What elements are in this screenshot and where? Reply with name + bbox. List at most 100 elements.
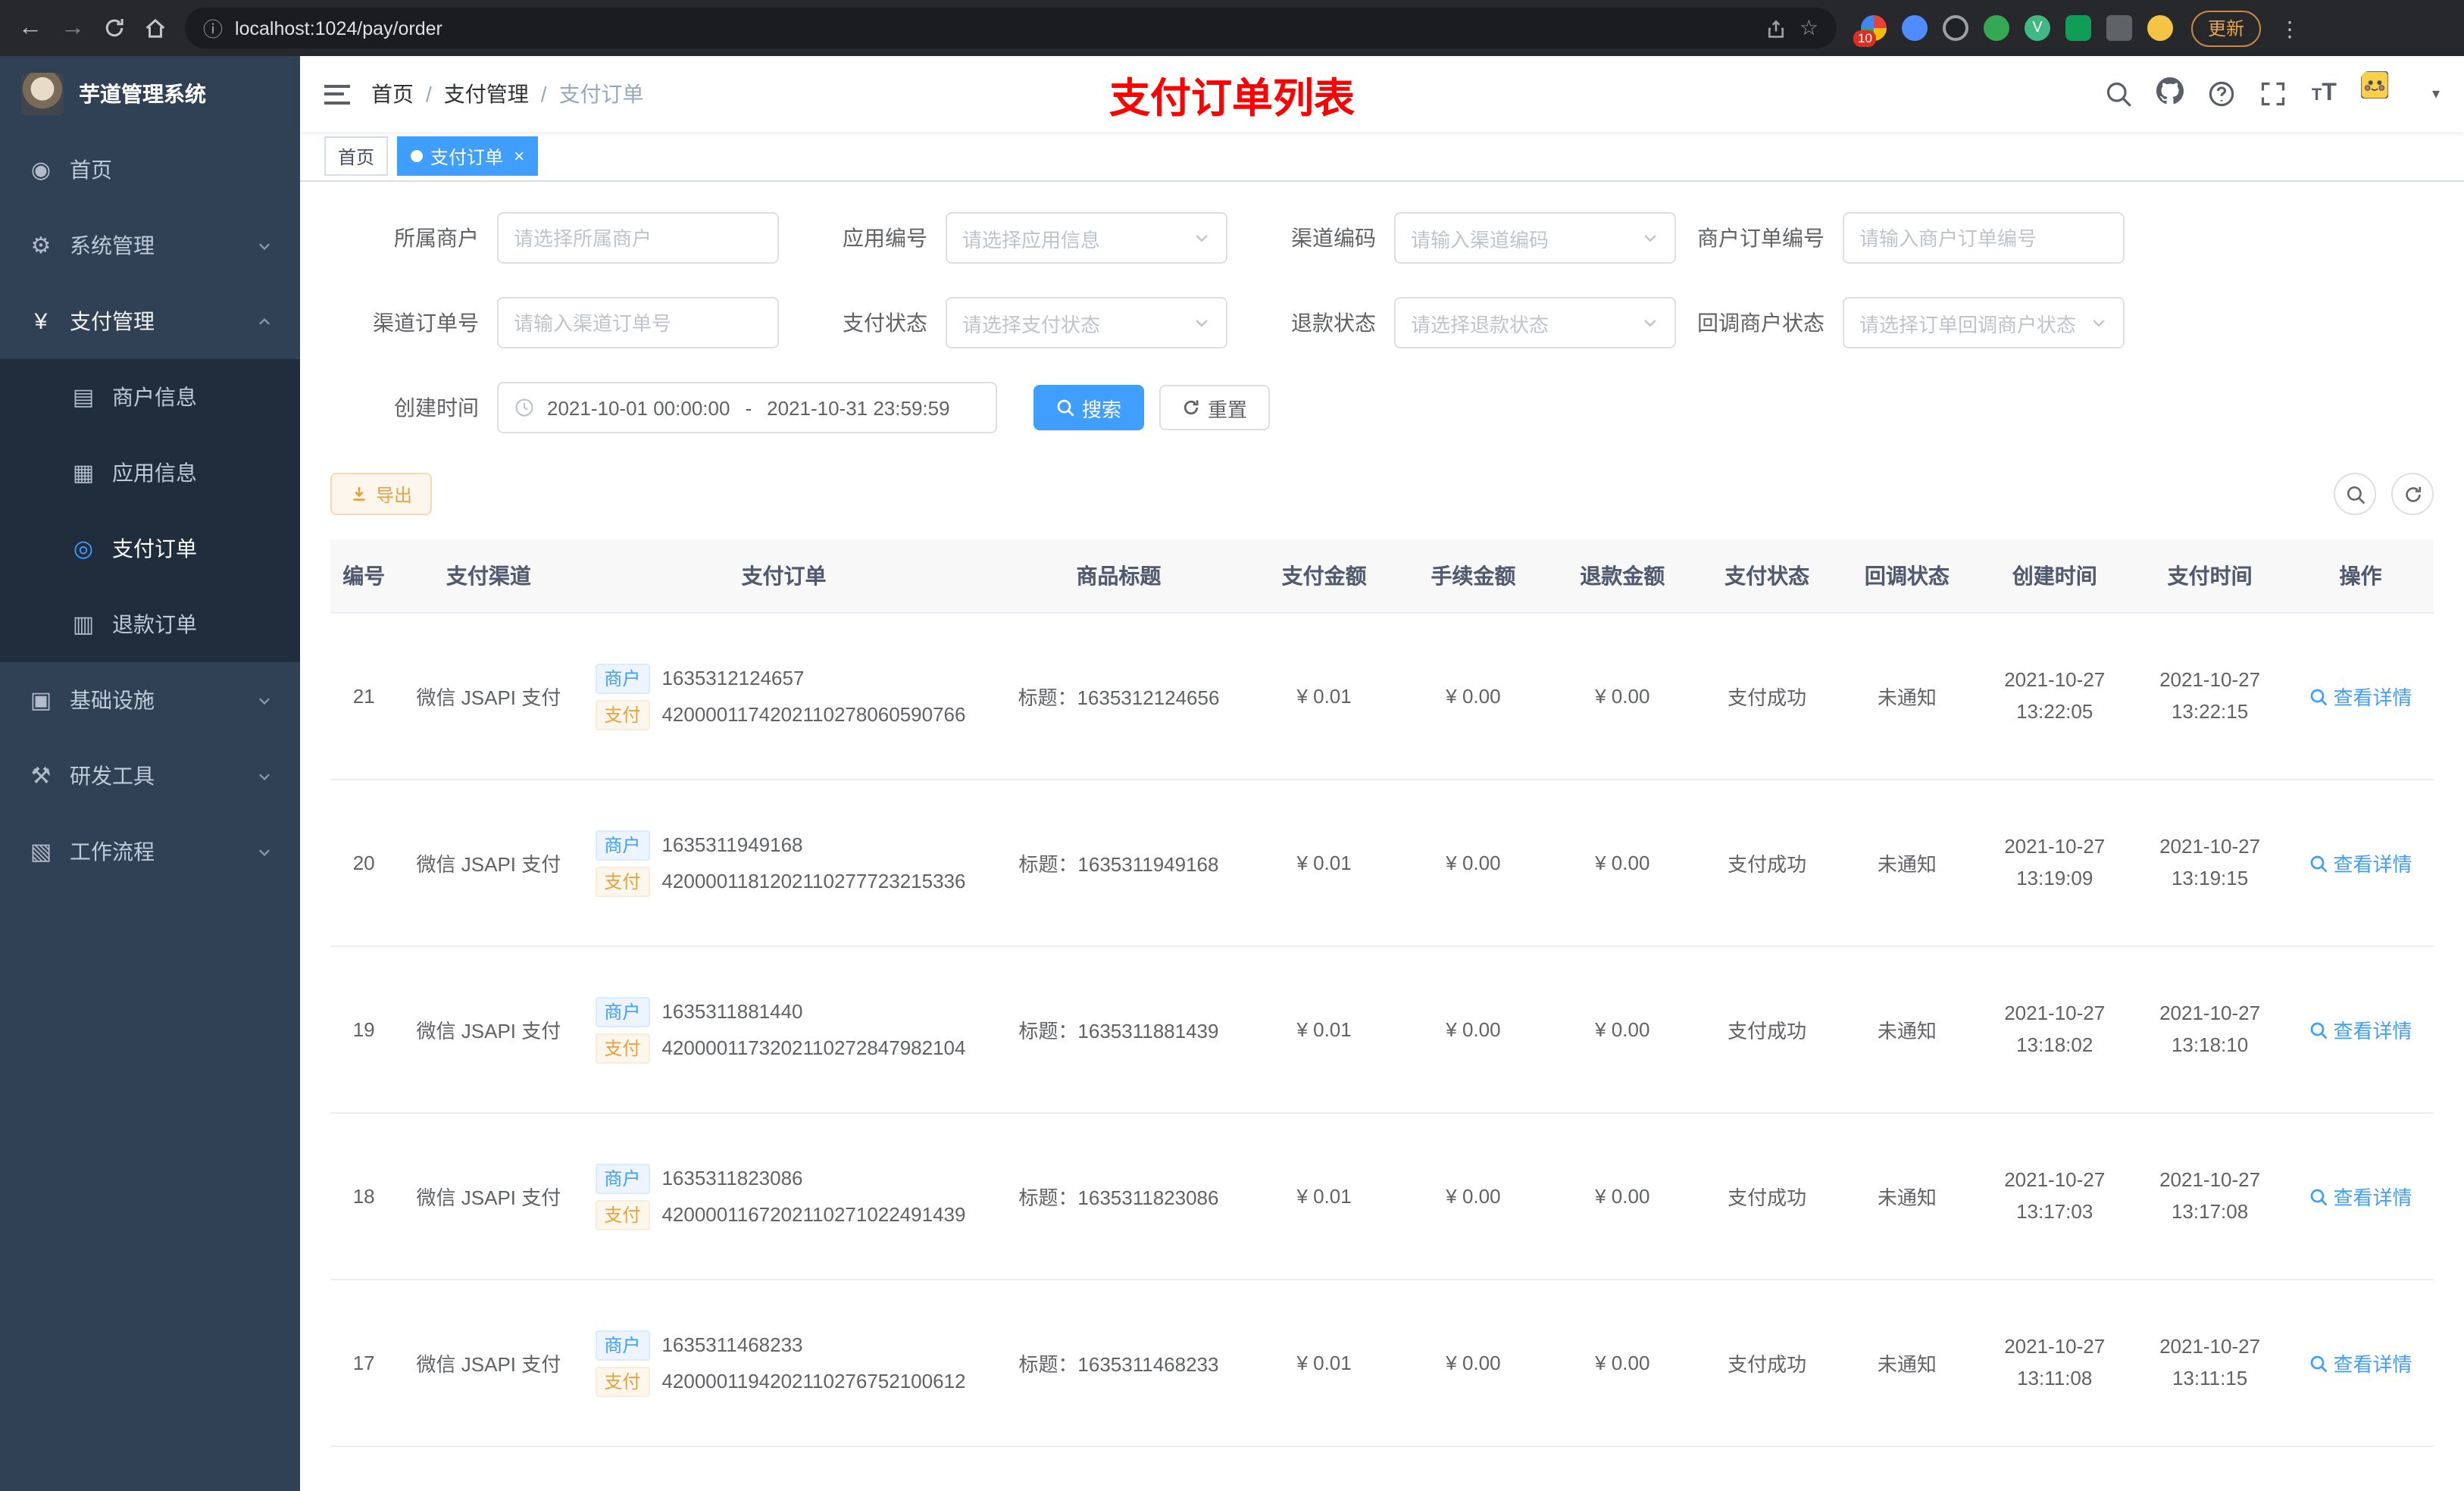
pay-status-select[interactable]: 请选择支付状态 — [946, 297, 1227, 349]
payment-submenu: ▤ 商户信息 ▦ 应用信息 ◎ 支付订单 ▥ 退款订单 — [0, 359, 300, 662]
app-select[interactable]: 请选择应用信息 — [946, 212, 1227, 264]
breadcrumb-home[interactable]: 首页 — [371, 79, 414, 109]
avatar[interactable] — [2360, 70, 2408, 117]
search-icon — [2345, 484, 2365, 504]
forward-icon[interactable]: → — [61, 15, 85, 40]
chevron-down-icon — [2090, 314, 2108, 332]
column-header: 商品标题 — [987, 539, 1250, 614]
grid-icon: ▦ — [72, 461, 95, 486]
browser-toolbar: ← → ⓘ localhost:1024/pay/order ☆ 10 V 更新… — [0, 0, 2464, 56]
extension-icon-6[interactable] — [2065, 15, 2091, 41]
notify-status-select[interactable]: 请选择订单回调商户状态 — [1843, 297, 2125, 349]
breadcrumb-payment[interactable]: 支付管理 — [444, 79, 529, 109]
refresh-table-button[interactable] — [2391, 473, 2434, 515]
sidebar-item-app-info[interactable]: ▦ 应用信息 — [0, 435, 300, 511]
tab-home[interactable]: 首页 — [324, 136, 389, 176]
active-dot — [411, 150, 424, 162]
extension-icon-2[interactable] — [1902, 15, 1928, 41]
channel-order-no-input[interactable] — [514, 311, 762, 334]
sidebar-item-pay-order[interactable]: ◎ 支付订单 — [0, 511, 300, 586]
logo-image — [21, 73, 64, 115]
sidebar-item-dev-tools[interactable]: ⚒ 研发工具 — [0, 738, 300, 814]
merchant-order-no-input[interactable] — [1859, 227, 2108, 249]
browser-home-icon[interactable] — [144, 17, 167, 39]
channel-code-select[interactable]: 请输入渠道编码 — [1394, 212, 1676, 264]
download-icon — [350, 485, 368, 503]
date-start[interactable]: 2021-10-01 00:00:00 — [547, 396, 730, 419]
sidebar-item-refund-order[interactable]: ▥ 退款订单 — [0, 586, 300, 662]
filter-pay-status: 支付状态 请选择支付状态 — [779, 297, 1227, 349]
app-logo: 芋道管理系统 — [0, 56, 300, 132]
search-icon[interactable] — [2106, 80, 2133, 108]
extension-icon-8[interactable] — [2147, 15, 2173, 41]
sidebar-item-infrastructure[interactable]: ▣ 基础设施 — [0, 662, 300, 738]
sidebar-item-system[interactable]: ⚙ 系统管理 — [0, 208, 300, 283]
merchant-tag: 商户 — [595, 663, 650, 693]
fullscreen-icon[interactable] — [2260, 80, 2287, 108]
column-header: 支付金额 — [1249, 539, 1399, 614]
search-icon — [2309, 687, 2328, 705]
sidebar-item-home[interactable]: ◉ 首页 — [0, 132, 300, 208]
sidebar-item-merchant-info[interactable]: ▤ 商户信息 — [0, 359, 300, 435]
github-icon[interactable] — [2157, 77, 2184, 111]
export-button[interactable]: 导出 — [330, 473, 433, 515]
search-button[interactable]: 搜索 — [1033, 385, 1145, 430]
date-end[interactable]: 2021-10-31 23:59:59 — [767, 396, 949, 419]
pay-tag: 支付 — [595, 866, 650, 896]
chevron-down-icon — [256, 767, 273, 784]
sidebar-item-payment[interactable]: ¥ 支付管理 — [0, 283, 300, 359]
view-detail-link[interactable]: 查看详情 — [2309, 1015, 2412, 1044]
refund-status-select[interactable]: 请选择退款状态 — [1394, 297, 1676, 349]
site-info-icon[interactable]: ⓘ — [203, 14, 223, 42]
refresh-icon — [2403, 484, 2422, 504]
filter-notify-status: 回调商户状态 请选择订单回调商户状态 — [1676, 297, 2125, 349]
toggle-search-button[interactable] — [2334, 473, 2376, 515]
font-size-icon[interactable]: TT — [2312, 80, 2337, 108]
address-bar[interactable]: ⓘ localhost:1024/pay/order ☆ — [185, 8, 1837, 48]
extension-icon-4[interactable] — [1984, 15, 2009, 41]
merchant-tag: 商户 — [595, 830, 650, 860]
browser-menu-icon[interactable]: ⋮ — [2279, 17, 2300, 39]
extension-icon-3[interactable] — [1943, 15, 1968, 41]
filter-refund-status: 退款状态 请选择退款状态 — [1227, 297, 1676, 349]
table-row: 21 微信 JSAPI 支付 商户 1635312124657 支付 4200001… — [330, 613, 2434, 780]
column-header: 编号 — [330, 539, 398, 614]
back-icon[interactable]: ← — [18, 15, 42, 40]
hamburger-icon[interactable] — [324, 84, 350, 104]
close-icon[interactable]: × — [514, 145, 524, 167]
merchant-tag: 商户 — [595, 996, 650, 1027]
avatar-caret-icon[interactable]: ▾ — [2432, 86, 2440, 102]
extension-icon-1[interactable]: 10 — [1853, 15, 1887, 47]
extension-icon-5[interactable]: V — [2025, 15, 2050, 41]
column-header: 支付渠道 — [397, 539, 580, 614]
view-detail-link[interactable]: 查看详情 — [2309, 849, 2412, 877]
reload-icon[interactable] — [103, 17, 126, 39]
share-icon[interactable] — [1766, 17, 1787, 39]
merchant-tag: 商户 — [595, 1330, 650, 1360]
filter-channel-code: 渠道编码 请输入渠道编码 — [1227, 212, 1676, 264]
extension-badge: 10 — [1853, 30, 1877, 47]
merchant-input[interactable] — [514, 227, 762, 249]
chevron-up-icon — [256, 313, 273, 330]
filter-merchant-order-no: 商户订单编号 — [1676, 212, 2125, 264]
sidebar-item-workflow[interactable]: ▧ 工作流程 — [0, 814, 300, 889]
view-detail-link[interactable]: 查看详情 — [2309, 682, 2412, 711]
filter-app: 应用编号 请选择应用信息 — [779, 212, 1227, 264]
extension-icon-7[interactable] — [2106, 15, 2132, 41]
help-icon[interactable] — [2209, 80, 2236, 108]
browser-update-button[interactable]: 更新 — [2191, 10, 2262, 46]
column-header: 创建时间 — [1977, 539, 2133, 614]
view-detail-link[interactable]: 查看详情 — [2309, 1182, 2412, 1211]
dashboard-icon: ◉ — [30, 158, 52, 183]
tab-pay-order[interactable]: 支付订单 × — [397, 136, 539, 176]
breadcrumb: 首页 / 支付管理 / 支付订单 — [371, 79, 644, 109]
chevron-down-icon — [1193, 229, 1211, 247]
bookmark-star-icon[interactable]: ☆ — [1800, 15, 1818, 41]
table-header-row: 编号 支付渠道 支付订单 商品标题 支付金额 手续金额 退款金额 支付状态 回调… — [330, 539, 2434, 614]
navbar-actions: TT ▾ — [2106, 70, 2440, 117]
view-detail-link[interactable]: 查看详情 — [2309, 1349, 2412, 1377]
navbar: 首页 / 支付管理 / 支付订单 支付订单列表 TT ▾ — [300, 56, 2464, 132]
reset-button[interactable]: 重置 — [1159, 385, 1271, 430]
search-icon — [2309, 854, 2328, 872]
date-range-picker[interactable]: 2021-10-01 00:00:00 - 2021-10-31 23:59:5… — [497, 382, 997, 433]
